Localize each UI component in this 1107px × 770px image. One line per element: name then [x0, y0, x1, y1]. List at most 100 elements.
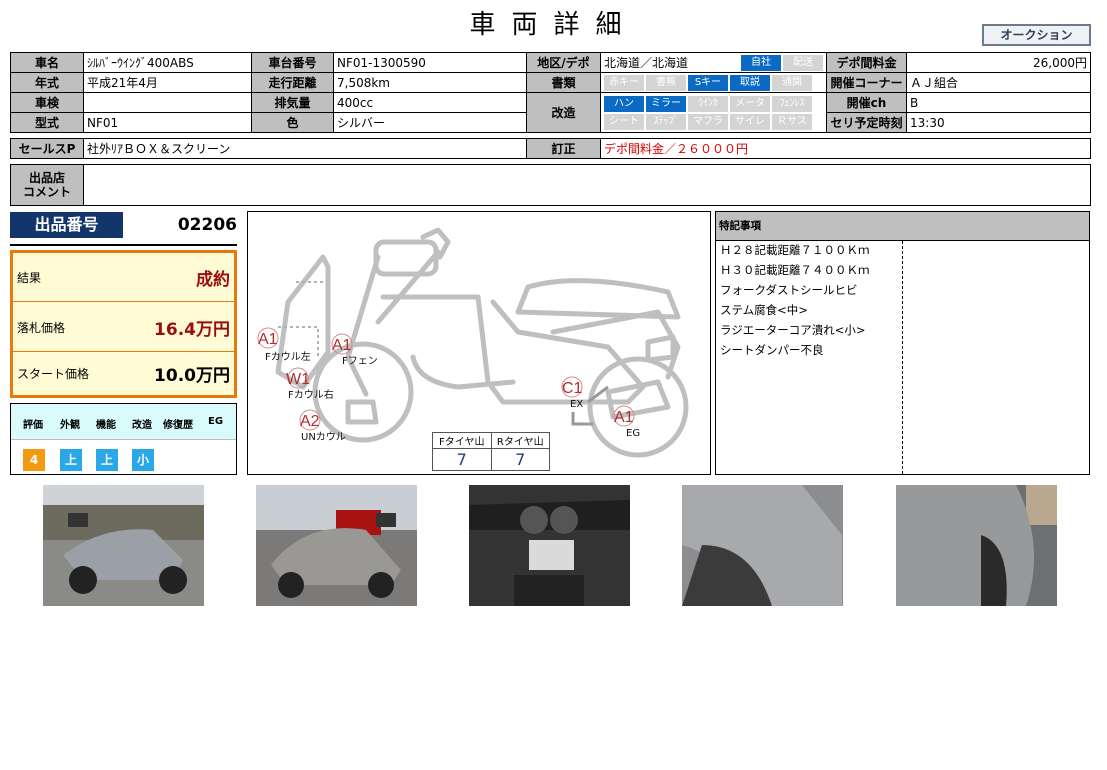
- channel-value: B: [906, 92, 1091, 113]
- page-title: 車両詳細: [469, 10, 638, 40]
- eval-function-badge: 上: [96, 449, 118, 471]
- salespoint-table: セールスP 社外ﾘｱＢＯＸ＆スクリーン 訂正 デポ間料金／２６０００円: [10, 138, 1091, 159]
- chip-self: 自社: [741, 55, 781, 71]
- start-price-value: 10.0万円: [154, 366, 230, 386]
- chip-winker: ｳｲﾝｶ: [688, 95, 728, 112]
- mark-code-4: A2: [300, 413, 320, 430]
- mod-chips: ハン ミラー ｳｲﾝｶ メータ ﾌｪﾝﾚｽ シート ｽﾃｯﾌﾟ マフラ サイレ Ｒサス: [600, 92, 827, 133]
- note-item: シートダンパー不良: [720, 343, 824, 357]
- year-value: 平成21年4月: [83, 72, 252, 93]
- tyre-table: Fタイヤ山 Rタイヤ山 7 7: [432, 432, 550, 471]
- seller-comment-table: 出品店 コメント: [10, 164, 1091, 206]
- chip-seat: シート: [604, 113, 644, 130]
- color-label: 色: [251, 112, 334, 133]
- chip-silencer: サイレ: [730, 113, 770, 130]
- eval-exterior-badge: 上: [60, 449, 82, 471]
- chip-no-docs: 書無: [646, 74, 686, 91]
- mileage-value: 7,508km: [333, 72, 527, 93]
- winning-price-value: 16.4万円: [154, 320, 230, 340]
- result-value: 成約: [196, 270, 230, 290]
- mark-label-3: Fカウル右: [288, 388, 334, 401]
- mark-label-4: UNカウル: [301, 431, 346, 443]
- mark-code-2: A1: [332, 337, 352, 354]
- channel-label: 開催ch: [826, 92, 907, 113]
- notes-title: 特記事項: [716, 212, 1089, 240]
- mileage-label: 走行距離: [251, 72, 334, 93]
- rear-tyre-label: Rタイヤ山: [490, 432, 550, 449]
- vehicle-photo-4[interactable]: [682, 485, 843, 606]
- docs-label: 書類: [526, 72, 601, 93]
- chassis-label: 車台番号: [251, 52, 334, 73]
- auction-button[interactable]: オークション: [982, 24, 1091, 46]
- depot-fee: 26,000円: [906, 52, 1091, 73]
- seller-comment-label-2: コメント: [22, 185, 71, 199]
- note-item: Ｈ２８記載距離７１００Ｋｍ: [720, 243, 870, 257]
- result-panel: 結果 成約 落札価格 16.4万円 スタート価格 10.0万円: [10, 250, 237, 398]
- depot-fee-label: デポ間料金: [826, 52, 907, 73]
- note-item: ラジエーターコア潰れ<小>: [720, 323, 866, 337]
- region-value: 北海道／北海道: [604, 56, 689, 70]
- mark-code-1: A1: [258, 331, 278, 348]
- year-label: 年式: [10, 72, 84, 93]
- chip-customs: 通関: [772, 74, 812, 91]
- model-value: NF01: [83, 112, 252, 133]
- salespoint-label: セールスP: [10, 138, 84, 159]
- chip-meter: メータ: [730, 95, 770, 112]
- correction-value: デポ間料金／２６０００円: [600, 138, 1091, 159]
- seller-comment-value: [83, 164, 1091, 206]
- eval-header-rating: 評価: [23, 420, 43, 431]
- eval-rating-badge: 4: [23, 449, 45, 471]
- chip-red-key: 赤キー: [604, 74, 644, 91]
- displacement-label: 排気量: [251, 92, 334, 113]
- region-label: 地区/デポ: [526, 52, 601, 73]
- chip-delivery: 配送: [783, 55, 823, 71]
- vehicle-photo-3[interactable]: [469, 485, 630, 606]
- mark-code-6: A1: [614, 409, 634, 426]
- vehicle-photo-1[interactable]: [43, 485, 204, 606]
- note-item: ステム腐食<中>: [720, 303, 808, 317]
- vehicle-name: ｼﾙﾊﾞｰｳｲﾝｸﾞ400ABS: [83, 52, 252, 73]
- seller-comment-label: 出品店 コメント: [10, 164, 84, 206]
- chip-mirror: ミラー: [646, 95, 686, 112]
- seller-comment-label-1: 出品店: [28, 171, 65, 185]
- mark-label-2: Fフェン: [342, 356, 378, 367]
- chassis-number: NF01-1300590: [333, 52, 527, 73]
- front-tyre-value: 7: [432, 448, 492, 471]
- eval-header-engine: EG: [208, 416, 224, 427]
- docs-chips: 赤キー 書無 Sキー 取説 通関: [600, 72, 827, 93]
- inspection-label: 車検: [10, 92, 84, 113]
- chip-s-key: Sキー: [688, 74, 728, 91]
- vehicle-photo-2[interactable]: [256, 485, 417, 606]
- model-label: 型式: [10, 112, 84, 133]
- notes-panel: 特記事項 Ｈ２８記載距離７１００Ｋｍ Ｈ３０記載距離７４００Ｋｍ フォークダスト…: [715, 211, 1090, 475]
- displacement-value: 400cc: [333, 92, 527, 113]
- chip-step: ｽﾃｯﾌﾟ: [646, 113, 686, 130]
- evaluation-header: 評価 外観 機能 改造 修復歴 EG: [11, 404, 236, 440]
- start-price-label: スタート価格: [17, 367, 90, 381]
- auction-time-label: セリ予定時刻: [826, 112, 907, 133]
- eval-header-repair-history: 修復歴: [163, 420, 193, 431]
- region-cell: 北海道／北海道 自社 配送: [600, 52, 827, 73]
- chip-r-sus: Ｒサス: [772, 113, 812, 130]
- correction-label: 訂正: [526, 138, 601, 159]
- salespoint-value: 社外ﾘｱＢＯＸ＆スクリーン: [83, 138, 527, 159]
- front-tyre-label: Fタイヤ山: [432, 432, 492, 449]
- note-item: Ｈ３０記載距離７４００Ｋｍ: [720, 263, 870, 277]
- eval-header-exterior: 外観: [60, 420, 80, 431]
- eval-modification-badge: 小: [132, 449, 154, 471]
- eval-header-modification: 改造: [132, 420, 152, 431]
- auction-time-value: 13:30: [906, 112, 1091, 133]
- winning-price-row: 落札価格 16.4万円: [13, 303, 234, 351]
- mark-label-6: EG: [626, 428, 640, 439]
- mark-code-3: W1: [286, 371, 310, 388]
- note-item: フォークダストシールヒビ: [720, 283, 858, 297]
- start-price-row: スタート価格 10.0万円: [13, 349, 234, 397]
- inspection-value: [83, 92, 252, 113]
- lot-number: 02206: [177, 215, 237, 235]
- eval-header-function: 機能: [96, 420, 116, 431]
- corner-value: ＡＪ組合: [906, 72, 1091, 93]
- vehicle-photo-5[interactable]: [896, 485, 1057, 606]
- chip-manual: 取説: [730, 74, 770, 91]
- result-label: 結果: [17, 271, 42, 285]
- mark-code-5: C1: [562, 380, 583, 397]
